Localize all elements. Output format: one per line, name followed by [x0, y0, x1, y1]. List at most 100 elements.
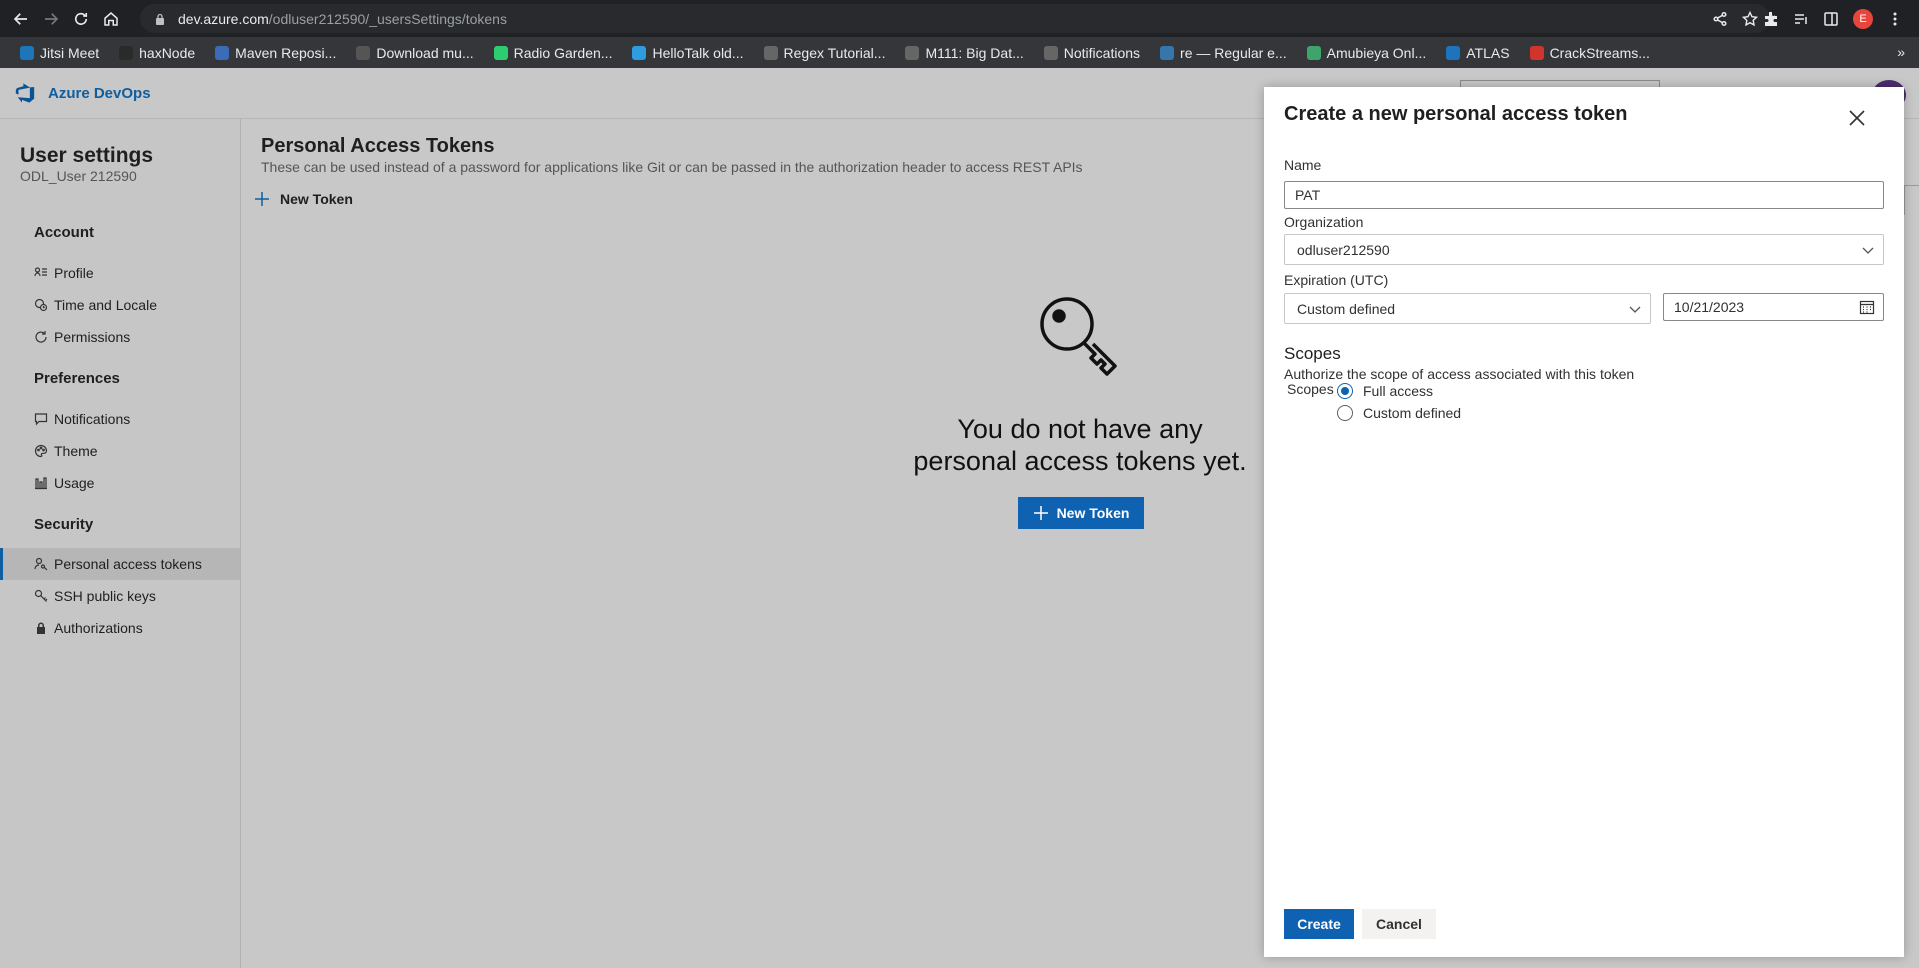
bookmark-item[interactable]: Regex Tutorial...: [756, 45, 894, 61]
page-description: These can be used instead of a password …: [261, 159, 1083, 175]
sidebar-item-permissions[interactable]: Permissions: [0, 321, 240, 353]
bookmark-label: M111: Big Dat...: [925, 44, 1024, 61]
bookmark-favicon-icon: [1529, 45, 1544, 60]
bookmarks-bar: Jitsi Meet haxNode Maven Reposi... Download…: [0, 37, 1919, 68]
url-host: dev.azure.com: [178, 10, 269, 27]
create-button[interactable]: Create: [1284, 909, 1354, 939]
app-title[interactable]: Azure DevOps: [48, 85, 151, 102]
sidebar-item-label: Personal access tokens: [54, 556, 202, 572]
bookmark-item[interactable]: HelloTalk old...: [624, 45, 751, 61]
bookmark-favicon-icon: [1043, 45, 1058, 60]
bookmark-item[interactable]: ATLAS: [1438, 45, 1517, 61]
scope-full-access-option[interactable]: Full access: [1337, 383, 1433, 399]
bookmark-item[interactable]: Notifications: [1036, 45, 1148, 61]
sidebar-item-label: Permissions: [54, 329, 131, 345]
media-icon[interactable]: [1793, 11, 1809, 27]
expiration-label: Expiration (UTC): [1284, 272, 1389, 288]
sidebar-item-notifications[interactable]: Notifications: [0, 403, 240, 435]
scope-custom-defined-option[interactable]: Custom defined: [1337, 405, 1461, 421]
reload-icon[interactable]: [66, 4, 96, 34]
sidebar-item-label: Theme: [54, 443, 98, 459]
sidebar-item-label: Notifications: [54, 411, 131, 427]
page-title: Personal Access Tokens: [261, 135, 495, 157]
organization-value: odluser212590: [1297, 241, 1390, 258]
empty-state-message: You do not have any personal access toke…: [880, 413, 1280, 477]
forward-icon[interactable]: [36, 4, 66, 34]
bookmark-label: haxNode: [139, 44, 196, 61]
token-name-input[interactable]: [1284, 181, 1884, 209]
bookmark-item[interactable]: Jitsi Meet: [12, 45, 107, 61]
sidebar-item-label: Authorizations: [54, 620, 143, 636]
bookmark-item[interactable]: haxNode: [111, 45, 203, 61]
calendar-icon[interactable]: [1859, 299, 1875, 315]
bookmarks-overflow-button[interactable]: »: [1897, 44, 1905, 60]
bar-chart-icon: [34, 476, 48, 490]
url-path: /odluser212590/_usersSettings/tokens: [268, 10, 507, 27]
section-account: Account: [34, 224, 94, 241]
sidebar-item-label: SSH public keys: [54, 588, 156, 604]
radio-custom-defined[interactable]: [1337, 405, 1353, 421]
palette-icon: [34, 444, 48, 458]
new-token-toolbar-button[interactable]: New Token: [254, 191, 353, 207]
sidebar-item-ssh-keys[interactable]: SSH public keys: [0, 580, 240, 612]
plus-icon: [255, 192, 269, 206]
sidebar-item-profile[interactable]: Profile: [0, 257, 240, 289]
bookmark-label: CrackStreams...: [1549, 44, 1650, 61]
scope-custom-defined-label: Custom defined: [1363, 405, 1462, 421]
share-icon[interactable]: [1712, 11, 1728, 27]
bookmark-label: ATLAS: [1466, 44, 1510, 61]
close-icon[interactable]: [1846, 107, 1868, 129]
bookmark-item[interactable]: Download mu...: [348, 45, 481, 61]
bookmark-label: Amubieya Onl...: [1326, 44, 1427, 61]
new-token-button[interactable]: New Token: [1018, 497, 1144, 529]
sidebar-item-time-locale[interactable]: Time and Locale: [0, 289, 240, 321]
bookmark-favicon-icon: [763, 45, 778, 60]
sidebar-item-authorizations[interactable]: Authorizations: [0, 612, 240, 644]
new-token-button-label: New Token: [1056, 505, 1130, 521]
expiration-select[interactable]: Custom defined: [1284, 293, 1651, 324]
scope-full-access-label: Full access: [1363, 383, 1434, 399]
settings-sidebar: User settings ODL_User 212590 Account Pr…: [0, 119, 241, 968]
sidebar-item-theme[interactable]: Theme: [0, 435, 240, 467]
bookmark-item[interactable]: Maven Reposi...: [207, 45, 344, 61]
bookmark-favicon-icon: [119, 45, 134, 60]
home-icon[interactable]: [96, 4, 126, 34]
bookmark-item[interactable]: Amubieya Onl...: [1299, 45, 1435, 61]
expiration-date-value: 10/21/2023: [1674, 299, 1745, 315]
back-icon[interactable]: [6, 4, 36, 34]
bookmark-label: Notifications: [1063, 44, 1141, 61]
bookmark-favicon-icon: [1160, 45, 1175, 60]
bookmark-label: Maven Reposi...: [235, 44, 337, 61]
chevron-down-icon: [1862, 247, 1874, 254]
bookmark-item[interactable]: Radio Garden...: [486, 45, 621, 61]
bookmark-label: Download mu...: [376, 44, 474, 61]
chat-icon: [34, 412, 48, 426]
sidebar-item-usage[interactable]: Usage: [0, 467, 240, 499]
extensions-icon[interactable]: [1763, 11, 1779, 27]
radio-full-access[interactable]: [1337, 383, 1353, 399]
sidebar-item-label: Time and Locale: [54, 297, 157, 313]
expiration-date-picker[interactable]: 10/21/2023: [1663, 293, 1884, 321]
bookmark-item[interactable]: M111: Big Dat...: [897, 45, 1031, 61]
address-bar[interactable]: dev.azure.com/odluser212590/_usersSettin…: [140, 4, 1770, 33]
sidebar-item-personal-access-tokens[interactable]: Personal access tokens: [0, 548, 240, 580]
bookmark-item[interactable]: CrackStreams...: [1522, 45, 1658, 61]
user-key-icon: [34, 557, 48, 571]
bookmark-item[interactable]: re — Regular e...: [1152, 45, 1295, 61]
star-icon[interactable]: [1742, 10, 1758, 27]
bookmark-label: HelloTalk old...: [652, 44, 744, 61]
menu-icon[interactable]: [1887, 11, 1903, 27]
cancel-button[interactable]: Cancel: [1362, 909, 1436, 939]
browser-toolbar: dev.azure.com/odluser212590/_usersSettin…: [0, 0, 1919, 37]
bookmark-favicon-icon: [493, 45, 508, 60]
bookmark-label: Regex Tutorial...: [783, 44, 886, 61]
bookmark-favicon-icon: [20, 45, 34, 60]
globe-clock-icon: [34, 298, 48, 312]
profile-avatar[interactable]: E: [1853, 8, 1873, 29]
sidepanel-icon[interactable]: [1823, 11, 1839, 27]
organization-select[interactable]: odluser212590: [1284, 234, 1884, 265]
sidebar-title: User settings: [20, 144, 154, 167]
azure-devops-logo-icon[interactable]: [14, 82, 36, 104]
scopes-description: Authorize the scope of access associated…: [1284, 366, 1635, 382]
bookmark-favicon-icon: [215, 45, 230, 60]
